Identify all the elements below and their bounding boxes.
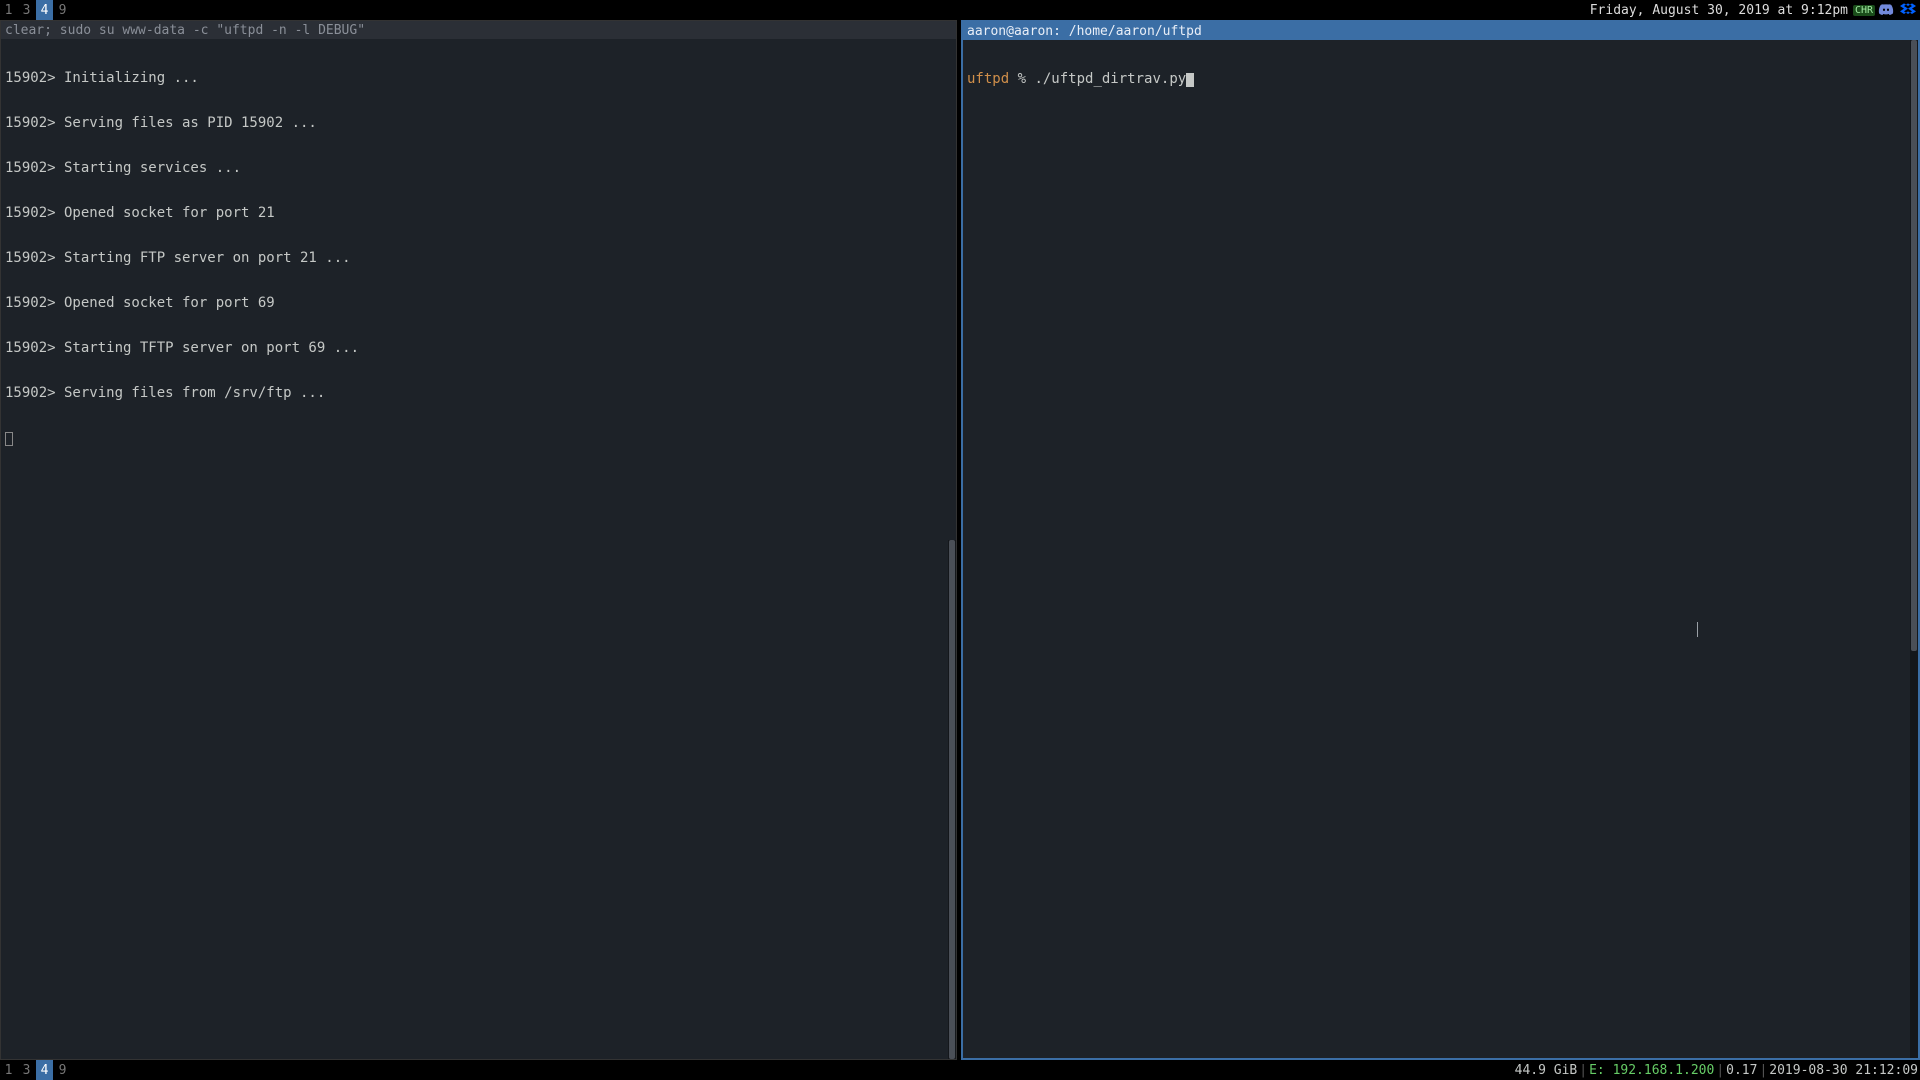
text-caret bbox=[1697, 622, 1698, 637]
workspace-switcher-bottom: 1 3 4 9 bbox=[0, 1060, 72, 1080]
dropbox-icon[interactable] bbox=[1898, 2, 1918, 18]
bottom-bar: 1 3 4 9 44.9 GiB | E: 192.168.1.200 | 0.… bbox=[0, 1060, 1920, 1080]
status-sep: | bbox=[1577, 1063, 1589, 1078]
log-line: 15902> Starting TFTP server on port 69 .… bbox=[5, 341, 952, 356]
workspace-area: clear; sudo su www-data -c "uftpd -n -l … bbox=[0, 20, 1920, 1060]
keyboard-layout-icon[interactable]: CHR bbox=[1854, 2, 1874, 18]
terminal-left-title: clear; sudo su www-data -c "uftpd -n -l … bbox=[1, 21, 956, 39]
status-memory: 44.9 GiB bbox=[1515, 1063, 1578, 1078]
terminal-left-output[interactable]: 15902> Initializing ... 15902> Serving f… bbox=[1, 39, 956, 478]
clock: Friday, August 30, 2019 at 9:12pm bbox=[1584, 0, 1854, 20]
prompt-command: ./uftpd_dirtrav.py bbox=[1034, 71, 1186, 87]
workspace-4[interactable]: 4 bbox=[36, 1060, 54, 1080]
cursor-icon bbox=[1186, 73, 1194, 87]
log-line: 15902> Serving files from /srv/ftp ... bbox=[5, 386, 952, 401]
workspace-9[interactable]: 9 bbox=[54, 1060, 72, 1080]
scrollbar-left[interactable] bbox=[948, 540, 956, 1059]
log-line: 15902> Opened socket for port 21 bbox=[5, 206, 952, 221]
log-line: 15902> Serving files as PID 15902 ... bbox=[5, 116, 952, 131]
prompt-cwd: uftpd bbox=[967, 71, 1009, 87]
system-tray: CHR bbox=[1854, 0, 1920, 20]
terminal-right-output[interactable]: uftpd % ./uftpd_dirtrav.py bbox=[963, 40, 1918, 119]
workspace-3[interactable]: 3 bbox=[18, 1060, 36, 1080]
prompt-line: uftpd % ./uftpd_dirtrav.py bbox=[967, 72, 1914, 87]
workspace-1[interactable]: 1 bbox=[0, 0, 18, 20]
status-datetime: 2019-08-30 21:12:09 bbox=[1769, 1063, 1918, 1078]
status-area: 44.9 GiB | E: 192.168.1.200 | 0.17 | 201… bbox=[1515, 1060, 1920, 1080]
workspace-4[interactable]: 4 bbox=[36, 0, 54, 20]
scrollbar-right[interactable] bbox=[1910, 40, 1918, 1058]
status-load: 0.17 bbox=[1726, 1063, 1757, 1078]
log-line: 15902> Opened socket for port 69 bbox=[5, 296, 952, 311]
workspace-9[interactable]: 9 bbox=[54, 0, 72, 20]
discord-icon[interactable] bbox=[1876, 2, 1896, 18]
prompt-separator: % bbox=[1009, 71, 1034, 87]
workspace-3[interactable]: 3 bbox=[18, 0, 36, 20]
workspace-switcher-top: 1 3 4 9 bbox=[0, 0, 72, 20]
terminal-right[interactable]: aaron@aaron: /home/aaron/uftpd uftpd % .… bbox=[961, 20, 1920, 1060]
status-eth: E: 192.168.1.200 bbox=[1589, 1063, 1714, 1078]
log-line: 15902> Starting FTP server on port 21 ..… bbox=[5, 251, 952, 266]
top-bar: 1 3 4 9 Friday, August 30, 2019 at 9:12p… bbox=[0, 0, 1920, 20]
scrollbar-thumb[interactable] bbox=[1911, 40, 1917, 651]
log-line: 15902> Starting services ... bbox=[5, 161, 952, 176]
log-line: 15902> Initializing ... bbox=[5, 71, 952, 86]
scrollbar-thumb[interactable] bbox=[949, 540, 955, 1059]
status-sep: | bbox=[1757, 1063, 1769, 1078]
terminal-right-title: aaron@aaron: /home/aaron/uftpd bbox=[963, 22, 1918, 40]
cursor-icon bbox=[5, 432, 13, 446]
workspace-1[interactable]: 1 bbox=[0, 1060, 18, 1080]
terminal-left[interactable]: clear; sudo su www-data -c "uftpd -n -l … bbox=[0, 20, 957, 1060]
status-sep: | bbox=[1714, 1063, 1726, 1078]
